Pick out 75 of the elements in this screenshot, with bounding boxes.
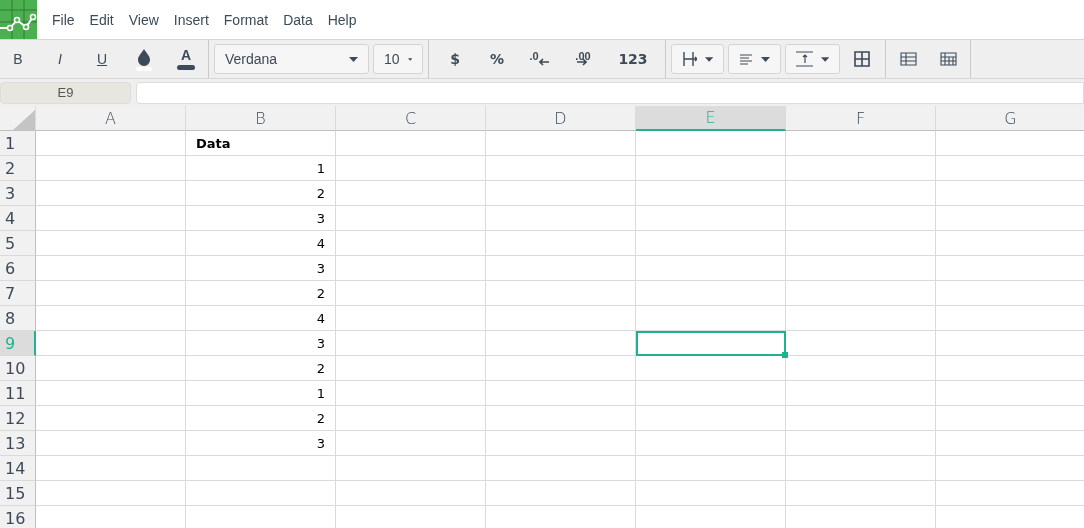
caret-icon	[820, 56, 829, 62]
decrease-decimals-button[interactable]: .0	[521, 44, 557, 74]
menu-item[interactable]: Format	[223, 11, 269, 28]
caret-icon	[349, 56, 358, 62]
color-bar-icon	[177, 65, 195, 70]
droplet-icon	[135, 47, 153, 71]
row-header[interactable]: 5	[0, 231, 36, 256]
row-header[interactable]: 10	[0, 356, 36, 381]
font-size-dropdown[interactable]: 10	[373, 44, 423, 74]
row-header[interactable]: 3	[0, 181, 36, 206]
row-header[interactable]: 15	[0, 481, 36, 506]
row-header[interactable]: 12	[0, 406, 36, 431]
number-format-button[interactable]: 123	[615, 44, 651, 74]
column-header[interactable]: F	[786, 106, 936, 131]
table-icon	[939, 52, 957, 66]
table-cell: 2	[186, 281, 336, 306]
table-cell: Data	[186, 131, 336, 156]
menu-item[interactable]: Help	[327, 11, 357, 28]
caret-icon	[761, 56, 770, 62]
column-header[interactable]: G	[936, 106, 1084, 131]
table-cell: 4	[186, 306, 336, 331]
underline-button[interactable]: U	[84, 44, 120, 74]
name-box[interactable]: E9	[0, 81, 131, 104]
table-cell: 2	[186, 406, 336, 431]
column-header[interactable]: C	[336, 106, 486, 131]
table-cell: 3	[186, 331, 336, 356]
align-left-icon	[739, 53, 753, 65]
row-header[interactable]: 11	[0, 381, 36, 406]
table-cell: 1	[186, 156, 336, 181]
table-cell: 3	[186, 256, 336, 281]
grid-icon	[854, 51, 870, 67]
selected-cell[interactable]	[636, 331, 786, 356]
currency-button[interactable]: $	[437, 44, 473, 74]
italic-button[interactable]: I	[42, 44, 78, 74]
left-arrow-icon	[538, 58, 549, 66]
row-header[interactable]: 6	[0, 256, 36, 281]
row-header[interactable]: 1	[0, 131, 36, 156]
borders-icon	[682, 51, 697, 67]
menu-item[interactable]: Insert	[173, 11, 209, 28]
select-all-corner[interactable]	[0, 106, 36, 131]
row-header[interactable]: 2	[0, 156, 36, 181]
bold-button[interactable]: B	[0, 44, 36, 74]
menu-item[interactable]: File	[52, 11, 75, 28]
table-cell: 3	[186, 206, 336, 231]
row-header[interactable]: 16	[0, 506, 36, 528]
menu-item[interactable]: Data	[283, 11, 313, 28]
table-cell: 1	[186, 381, 336, 406]
caret-icon	[704, 56, 713, 62]
table-cell: 4	[186, 231, 336, 256]
align-top-icon	[796, 51, 813, 67]
row-header[interactable]: 8	[0, 306, 36, 331]
font-dropdown[interactable]: Verdana	[214, 44, 369, 74]
column-header[interactable]: B	[186, 106, 336, 131]
row-header[interactable]: 13	[0, 431, 36, 456]
formula-input[interactable]	[136, 81, 1084, 104]
vertical-align-dropdown[interactable]	[785, 44, 840, 74]
column-header[interactable]: A	[36, 106, 186, 131]
menu-item[interactable]: Edit	[89, 11, 114, 28]
borders-dropdown[interactable]	[671, 44, 724, 74]
table-cell: 2	[186, 181, 336, 206]
caret-icon	[407, 56, 412, 62]
menu-item[interactable]: View	[128, 11, 159, 28]
column-header[interactable]: D	[486, 106, 636, 131]
row-header[interactable]: 7	[0, 281, 36, 306]
table-cell: 3	[186, 431, 336, 456]
percent-button[interactable]: %	[479, 44, 515, 74]
increase-decimals-button[interactable]: .00	[563, 44, 599, 74]
right-arrow-icon	[576, 58, 587, 66]
row-header[interactable]: 14	[0, 456, 36, 481]
row-header[interactable]: 4	[0, 206, 36, 231]
fill-handle[interactable]	[782, 352, 788, 358]
table-cell: 2	[186, 356, 336, 381]
table-icon	[899, 52, 917, 66]
text-color-button[interactable]: A	[168, 44, 204, 74]
align-dropdown[interactable]	[728, 44, 781, 74]
